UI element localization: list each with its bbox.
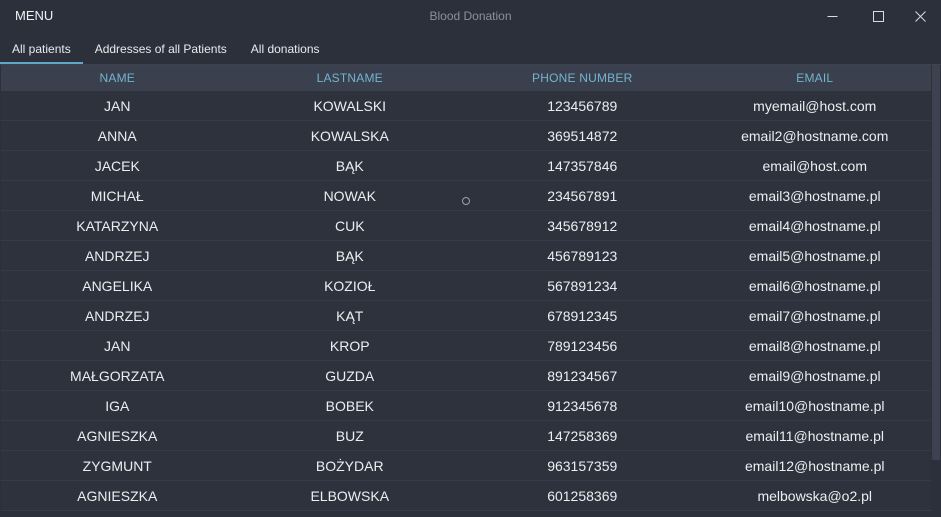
column-header-name[interactable]: NAME: [1, 71, 234, 85]
cell-lastname: KOWALSKA: [310, 127, 389, 144]
table-row[interactable]: JACEK BĄK 147357846 email@host.com: [1, 151, 931, 181]
cell-lastname: BOBEK: [325, 397, 374, 414]
vertical-scrollbar[interactable]: [931, 65, 941, 517]
cell-name: JAN: [104, 337, 131, 354]
table-row[interactable]: AGNIESZKA ELBOWSKA 601258369 melbowska@o2.p…: [1, 481, 931, 511]
cell-phone: 147357846: [547, 157, 618, 174]
table-row[interactable]: IGA BOBEK 912345678 email10@hostname.pl: [1, 391, 931, 421]
cell-name: AGNIESZKA: [77, 427, 158, 444]
cell-name: IGA: [105, 397, 130, 414]
cell-name: JACEK: [94, 157, 140, 174]
table-row[interactable]: JAN KOWALSKI 123456789 myemail@host.com: [1, 91, 931, 121]
cell-phone: 147258369: [547, 427, 618, 444]
cell-email: email@host.com: [762, 157, 867, 174]
cell-email: email11@hostname.pl: [745, 427, 884, 444]
column-header-lastname[interactable]: LASTNAME: [234, 71, 467, 85]
cell-email: email2@hostname.com: [741, 127, 889, 144]
cell-name: JAN: [104, 97, 131, 114]
cell-lastname: ELBOWSKA: [310, 487, 390, 504]
table-row[interactable]: ANDRZEJ BĄK 456789123 email5@hostname.pl: [1, 241, 931, 271]
maximize-button[interactable]: [855, 0, 901, 32]
table-header: NAME LASTNAME PHONE NUMBER EMAIL: [1, 65, 931, 91]
cell-lastname: BUZ: [335, 427, 364, 444]
cell-email: melbowska@o2.pl: [757, 487, 873, 504]
cell-phone: 567891234: [547, 277, 618, 294]
cell-lastname: KROP: [329, 337, 370, 354]
cell-email: email9@hostname.pl: [748, 367, 881, 384]
cell-phone: 123456789: [547, 97, 618, 114]
minimize-icon: [827, 15, 837, 17]
cell-lastname: CUK: [334, 217, 365, 234]
table-row[interactable]: ANDRZEJ KĄT 678912345 email7@hostname.pl: [1, 301, 931, 331]
cell-name: MICHAŁ: [90, 187, 144, 204]
cell-phone: 601258369: [547, 487, 618, 504]
minimize-button[interactable]: [809, 0, 855, 32]
cell-phone: 369514872: [547, 127, 618, 144]
cell-email: email12@hostname.pl: [744, 457, 885, 474]
cell-lastname: KOZIOŁ: [324, 277, 376, 294]
cell-name: KATARZYNA: [76, 217, 159, 234]
cell-email: myemail@host.com: [753, 97, 877, 114]
tab-all-patients[interactable]: All patients: [0, 34, 83, 64]
cell-lastname: BĄK: [335, 157, 364, 174]
table-row[interactable]: KATARZYNA CUK 345678912 email4@hostname.pl: [1, 211, 931, 241]
column-header-email[interactable]: EMAIL: [699, 71, 932, 85]
cell-email: email7@hostname.pl: [748, 307, 881, 324]
cell-phone: 456789123: [547, 247, 618, 264]
table-row[interactable]: AGNIESZKA BUZ 147258369 email11@hostname.pl: [1, 421, 931, 451]
column-header-phone[interactable]: PHONE NUMBER: [466, 71, 699, 85]
cell-name: ANGELIKA: [82, 277, 153, 294]
cell-email: email4@hostname.pl: [748, 217, 881, 234]
cell-lastname: GUZDA: [325, 367, 375, 384]
patients-table: NAME LASTNAME PHONE NUMBER EMAIL JAN KOWA…: [1, 65, 931, 517]
cell-phone: 963157359: [547, 457, 618, 474]
table-row[interactable]: MICHAŁ NOWAK 234567891 email3@hostname.pl: [1, 181, 931, 211]
cell-name: ZYGMUNT: [82, 457, 152, 474]
maximize-icon: [872, 10, 884, 22]
tab-addresses[interactable]: Addresses of all Patients: [83, 34, 239, 64]
cell-phone: 345678912: [547, 217, 618, 234]
cell-phone: 234567891: [547, 187, 618, 204]
cell-phone: 678912345: [547, 307, 618, 324]
table-row[interactable]: ZYGMUNT BOŻYDAR 963157359 email12@hostname.…: [1, 451, 931, 481]
cell-email: email8@hostname.pl: [748, 337, 881, 354]
cell-lastname: KOWALSKI: [313, 97, 387, 114]
cell-email: email5@hostname.pl: [748, 247, 881, 264]
tab-bar: All patients Addresses of all Patients A…: [0, 34, 941, 64]
table-body: JAN KOWALSKI 123456789 myemail@host.com ANNA…: [1, 91, 931, 511]
cell-email: email3@hostname.pl: [748, 187, 881, 204]
cell-name: ANDRZEJ: [84, 247, 150, 264]
cell-name: AGNIESZKA: [77, 487, 158, 504]
scrollbar-thumb[interactable]: [932, 65, 940, 460]
table-row[interactable]: MAŁGORZATA GUZDA 891234567 email9@hostname.…: [1, 361, 931, 391]
cell-email: email6@hostname.pl: [748, 277, 881, 294]
cell-lastname: KĄT: [336, 307, 364, 324]
close-button[interactable]: [897, 0, 941, 32]
cell-phone: 912345678: [547, 397, 618, 414]
window-title: Blood Donation: [429, 9, 512, 23]
cell-name: ANNA: [97, 127, 137, 144]
cell-phone: 891234567: [547, 367, 618, 384]
tab-all-donations[interactable]: All donations: [239, 34, 332, 64]
close-icon: [914, 10, 926, 22]
cell-phone: 789123456: [547, 337, 618, 354]
cell-email: email10@hostname.pl: [744, 397, 885, 414]
cell-name: ANDRZEJ: [84, 307, 150, 324]
cell-lastname: NOWAK: [323, 187, 376, 204]
cell-lastname: BOŻYDAR: [315, 457, 384, 474]
cell-lastname: BĄK: [335, 247, 364, 264]
mouse-cursor-icon: [462, 197, 470, 205]
cell-name: MAŁGORZATA: [70, 367, 165, 384]
table-row[interactable]: ANGELIKA KOZIOŁ 567891234 email6@hostname.p…: [1, 271, 931, 301]
table-row[interactable]: JAN KROP 789123456 email8@hostname.pl: [1, 331, 931, 361]
table-row[interactable]: ANNA KOWALSKA 369514872 email2@hostname.com: [1, 121, 931, 151]
title-bar: MENU Blood Donation: [0, 0, 941, 32]
